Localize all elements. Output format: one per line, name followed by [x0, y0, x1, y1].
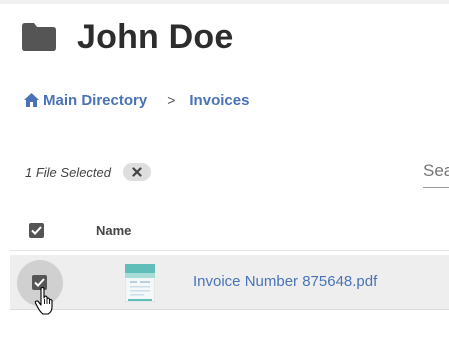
- search-field[interactable]: [423, 155, 449, 188]
- search-input[interactable]: [423, 155, 449, 181]
- selection-status: 1 File Selected: [25, 161, 151, 183]
- clear-selection-button[interactable]: [123, 163, 151, 181]
- hand-pointer-cursor-icon: [34, 287, 53, 315]
- breadcrumb-label: Main Directory: [43, 91, 148, 109]
- breadcrumb-separator: >: [167, 92, 176, 108]
- checkmark-icon: [34, 278, 45, 287]
- breadcrumb-invoices[interactable]: Invoices: [189, 92, 249, 109]
- close-icon: [132, 167, 142, 177]
- folder-icon: [22, 23, 56, 51]
- top-strip: [0, 0, 449, 4]
- selected-count: 1 File Selected: [25, 164, 111, 180]
- folder-header: John Doe: [22, 14, 234, 60]
- page-title: John Doe: [77, 17, 234, 56]
- select-all-checkbox[interactable]: [29, 223, 44, 238]
- checkmark-icon: [31, 226, 42, 235]
- table-row[interactable]: Invoice Number 875648.pdf: [10, 255, 449, 310]
- breadcrumb-main-directory[interactable]: Main Directory: [24, 92, 147, 109]
- file-name-link[interactable]: Invoice Number 875648.pdf: [193, 273, 377, 290]
- file-thumbnail-icon: [125, 264, 155, 302]
- home-icon: [24, 93, 39, 107]
- breadcrumb: Main Directory > Invoices: [24, 90, 249, 110]
- column-header-name[interactable]: Name: [96, 223, 131, 238]
- table-header: Name: [10, 212, 449, 251]
